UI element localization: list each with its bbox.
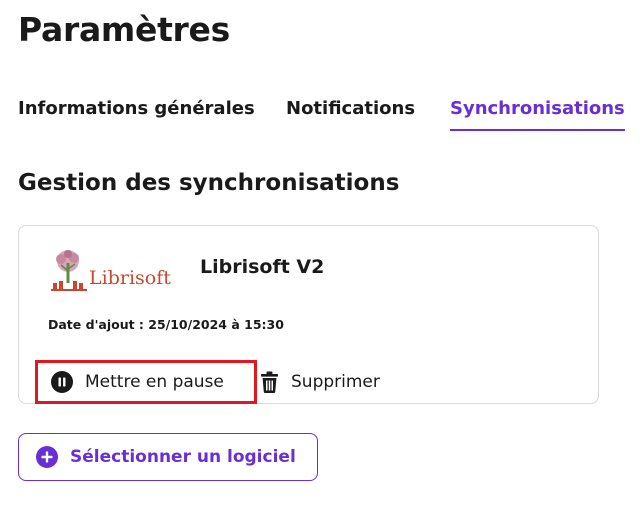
settings-tabs: Informations générales Notifications Syn…: [18, 98, 628, 138]
plus-circle-icon: [36, 446, 58, 468]
librisoft-logo: Librisoft: [49, 247, 171, 293]
logo-text: Librisoft: [89, 267, 171, 289]
sync-card: Librisoft Librisoft V2 Date d'ajout : 25…: [18, 225, 599, 404]
pause-circle-icon: [51, 371, 73, 393]
tab-informations-generales[interactable]: Informations générales: [18, 98, 255, 129]
tree-logo-icon: [51, 250, 87, 291]
software-name: Librisoft V2: [200, 256, 325, 278]
page-title: Paramètres: [18, 10, 230, 49]
sync-actions: Mettre en pause Supprimer: [35, 360, 595, 404]
delete-label: Supprimer: [291, 372, 380, 392]
trash-icon: [261, 371, 278, 393]
date-added: Date d'ajout : 25/10/2024 à 15:30: [48, 317, 284, 332]
pause-button[interactable]: Mettre en pause: [35, 360, 257, 404]
pause-label: Mettre en pause: [85, 372, 224, 392]
select-software-label: Sélectionner un logiciel: [70, 447, 296, 467]
section-title: Gestion des synchronisations: [18, 170, 400, 196]
select-software-button[interactable]: Sélectionner un logiciel: [18, 433, 318, 481]
delete-button[interactable]: Supprimer: [259, 360, 380, 404]
tab-synchronisations[interactable]: Synchronisations: [450, 98, 625, 131]
tab-notifications[interactable]: Notifications: [286, 98, 415, 129]
